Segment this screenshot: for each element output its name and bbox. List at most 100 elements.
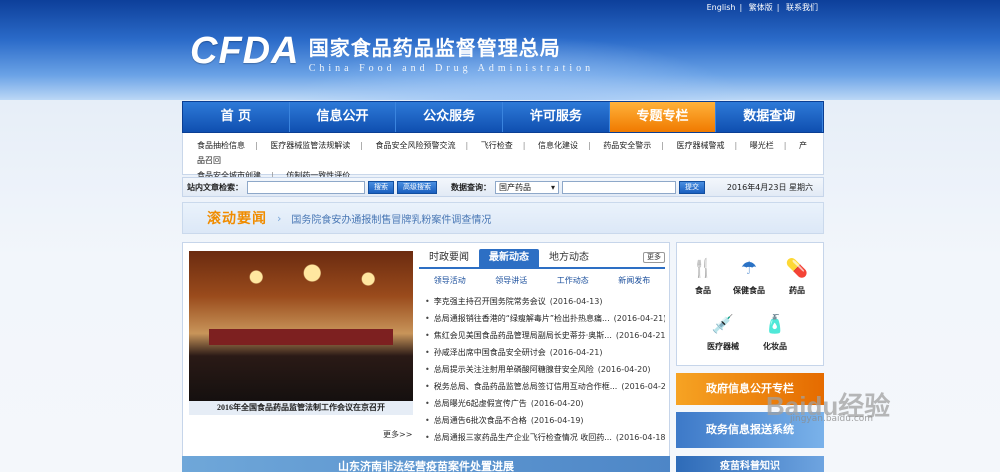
submit-button[interactable]: 提交 bbox=[679, 180, 705, 194]
service-label: 药品 bbox=[789, 286, 805, 295]
vaccine-case-banner[interactable]: 山东济南非法经营疫苗案件处置进展 bbox=[182, 456, 670, 472]
logo-name-cn: 国家食品药品监督管理总局 bbox=[308, 36, 561, 60]
service-label: 医疗器械 bbox=[707, 342, 739, 351]
service-food[interactable]: 🍴 食品 bbox=[683, 257, 723, 296]
subnav-item[interactable]: 食品抽检信息 bbox=[197, 141, 245, 150]
site-search-input[interactable] bbox=[247, 180, 365, 194]
service-label: 化妆品 bbox=[763, 342, 787, 351]
cosmetics-icon: 🧴 bbox=[763, 314, 787, 335]
list-item[interactable]: 李克强主持召开国务院常务会议(2016-04-13) bbox=[425, 293, 665, 310]
service-health-food[interactable]: ☂ 保健食品 bbox=[729, 257, 769, 296]
separator: | bbox=[661, 141, 664, 150]
photo-caption[interactable]: 2016年全国食品药品监管法制工作会议在京召开 bbox=[189, 401, 413, 415]
subnav-item[interactable]: 信息化建设 bbox=[538, 141, 578, 150]
news-date: (2016-04-20) bbox=[621, 382, 665, 391]
subnav-item[interactable]: 曝光栏 bbox=[750, 141, 774, 150]
nav-special-topics[interactable]: 专题专栏 bbox=[609, 102, 717, 132]
traditional-chinese-link[interactable]: 繁体版 bbox=[749, 3, 773, 12]
news-title[interactable]: 总局通报三家药品生产企业飞行检查情况 收回药... bbox=[434, 433, 612, 442]
service-medical-devices[interactable]: 💉 医疗器械 bbox=[703, 313, 743, 352]
news-date: (2016-04-21) bbox=[615, 331, 665, 340]
news-title[interactable]: 总局曝光6起虚假宣传广告 bbox=[434, 399, 527, 408]
site-logo[interactable]: CFDA 国家食品药品监督管理总局 China Food and Drug Ad… bbox=[190, 30, 594, 74]
nav-public-service[interactable]: 公众服务 bbox=[396, 102, 504, 132]
list-item[interactable]: 焦红会见美国食品药品管理局副局长史蒂芬·奥斯...(2016-04-21) bbox=[425, 327, 665, 344]
subtab-leader-activities[interactable]: 领导活动 bbox=[434, 275, 466, 286]
scroll-news-headline[interactable]: 国务院食安办通报制售冒牌乳粉案件调查情况 bbox=[291, 211, 491, 226]
advanced-search-button[interactable]: 高级搜索 bbox=[397, 180, 437, 194]
pill-icon: 💊 bbox=[785, 258, 809, 279]
contact-us-link[interactable]: 联系我们 bbox=[786, 3, 818, 12]
news-panel: 2016年全国食品药品监管法制工作会议在京召开 更多>> 时政要闻 最新动态 地… bbox=[182, 242, 670, 472]
vaccine-knowledge-banner[interactable]: 疫苗科普知识 bbox=[676, 456, 824, 472]
tab-political-news[interactable]: 时政要闻 bbox=[419, 249, 479, 267]
english-link[interactable]: English bbox=[707, 3, 736, 12]
subnav-item[interactable]: 药品安全警示 bbox=[603, 141, 651, 150]
logo-text: 国家食品药品监督管理总局 China Food and Drug Adminis… bbox=[309, 32, 594, 74]
top-links: English | 繁体版 | 联系我们 bbox=[703, 2, 822, 13]
list-item[interactable]: 总局曝光6起虚假宣传广告(2016-04-20) bbox=[425, 395, 665, 412]
stage-banner bbox=[209, 329, 393, 345]
news-date: (2016-04-21) bbox=[549, 348, 603, 357]
health-food-icon: ☂ bbox=[740, 258, 758, 279]
list-item[interactable]: 孙咸泽出席中国食品安全研讨会(2016-04-21) bbox=[425, 344, 665, 361]
list-item[interactable]: 总局通告6批次食品不合格(2016-04-19) bbox=[425, 412, 665, 429]
news-title[interactable]: 总局通告6批次食品不合格 bbox=[434, 416, 527, 425]
list-item[interactable]: 税务总局、食品药品监管总局签订信用互动合作框...(2016-04-20) bbox=[425, 378, 665, 395]
service-cosmetics[interactable]: 🧴 化妆品 bbox=[755, 313, 795, 352]
subnav-item[interactable]: 食品安全风险预警交流 bbox=[376, 141, 456, 150]
chevron-down-icon: ▾ bbox=[550, 182, 555, 192]
news-tabs: 时政要闻 最新动态 地方动态 更多 bbox=[419, 249, 665, 269]
subnav-item[interactable]: 医疗器械监管法规解读 bbox=[270, 141, 350, 150]
news-title[interactable]: 李克强主持召开国务院常务会议 bbox=[434, 297, 546, 306]
photo-more-link[interactable]: 更多>> bbox=[383, 429, 412, 440]
subnav-item[interactable]: 医疗器械警戒 bbox=[677, 141, 725, 150]
subtab-press-releases[interactable]: 新闻发布 bbox=[618, 275, 650, 286]
nav-data-query[interactable]: 数据查询 bbox=[716, 102, 824, 132]
nav-license-service[interactable]: 许可服务 bbox=[503, 102, 610, 132]
news-date: (2016-04-21) bbox=[613, 314, 665, 323]
search-button[interactable]: 搜索 bbox=[368, 180, 394, 194]
subnav-item[interactable]: 飞行检查 bbox=[481, 141, 513, 150]
conference-photo[interactable] bbox=[189, 251, 413, 401]
list-item[interactable]: 总局提示关注注射用单磷酸阿糖腺苷安全风险(2016-04-20) bbox=[425, 361, 665, 378]
tab-local-news[interactable]: 地方动态 bbox=[539, 249, 599, 267]
service-label: 食品 bbox=[695, 286, 711, 295]
separator: | bbox=[255, 141, 258, 150]
nav-home[interactable]: 首 页 bbox=[183, 102, 290, 132]
news-title[interactable]: 总局提示关注注射用单磷酸阿糖腺苷安全风险 bbox=[434, 365, 594, 374]
separator: | bbox=[734, 141, 738, 150]
separator: | bbox=[783, 141, 787, 150]
data-query-input[interactable] bbox=[562, 180, 676, 194]
service-drugs[interactable]: 💊 药品 bbox=[777, 257, 817, 296]
news-more-button[interactable]: 更多 bbox=[643, 252, 665, 263]
sub-nav-row-1: 食品抽检信息 | 医疗器械监管法规解读 | 食品安全风险预警交流 | 飞行检查 | 信息… bbox=[197, 138, 809, 168]
separator: | bbox=[465, 141, 469, 150]
news-title[interactable]: 焦红会见美国食品药品管理局副局长史蒂芬·奥斯... bbox=[434, 331, 612, 340]
nav-info-disclosure[interactable]: 信息公开 bbox=[290, 102, 397, 132]
separator: | bbox=[776, 3, 780, 12]
site-search-label: 站内文章检索： bbox=[187, 182, 243, 192]
separator: | bbox=[360, 141, 363, 150]
news-title[interactable]: 总局通报销往香港的“绿瘦解毒片”检出扑热息痛... bbox=[434, 314, 610, 323]
separator: | bbox=[739, 3, 743, 12]
data-category-select[interactable]: 国产药品 ▾ bbox=[495, 180, 559, 194]
service-label: 保健食品 bbox=[733, 286, 765, 295]
news-title[interactable]: 孙咸泽出席中国食品安全研讨会 bbox=[434, 348, 546, 357]
chevron-right-icon: › bbox=[277, 211, 282, 225]
news-date: (2016-04-20) bbox=[597, 365, 651, 374]
subtab-leader-speeches[interactable]: 领导讲话 bbox=[495, 275, 527, 286]
tab-latest-news[interactable]: 最新动态 bbox=[479, 249, 539, 267]
separator: | bbox=[522, 141, 526, 150]
fork-knife-icon: 🍴 bbox=[691, 258, 715, 279]
logo-name-en: China Food and Drug Administration bbox=[308, 63, 595, 74]
separator: | bbox=[588, 141, 591, 150]
news-date: (2016-04-20) bbox=[530, 399, 584, 408]
list-item[interactable]: 总局通报销往香港的“绿瘦解毒片”检出扑热息痛...(2016-04-21) bbox=[425, 310, 665, 327]
subtab-work-updates[interactable]: 工作动态 bbox=[557, 275, 589, 286]
search-bar: 站内文章检索： 搜索 高级搜索 数据查询： 国产药品 ▾ 提交 2016年4月23… bbox=[182, 177, 824, 197]
list-item[interactable]: 总局通报三家药品生产企业飞行检查情况 收回药...(2016-04-18) bbox=[425, 429, 665, 446]
news-title[interactable]: 税务总局、食品药品监管总局签订信用互动合作框... bbox=[434, 382, 618, 391]
news-sub-tabs: 领导活动 领导讲话 工作动态 新闻发布 bbox=[419, 275, 665, 286]
service-panel: 🍴 食品 ☂ 保健食品 💊 药品 💉 医疗器械 🧴 化妆品 bbox=[676, 242, 824, 366]
